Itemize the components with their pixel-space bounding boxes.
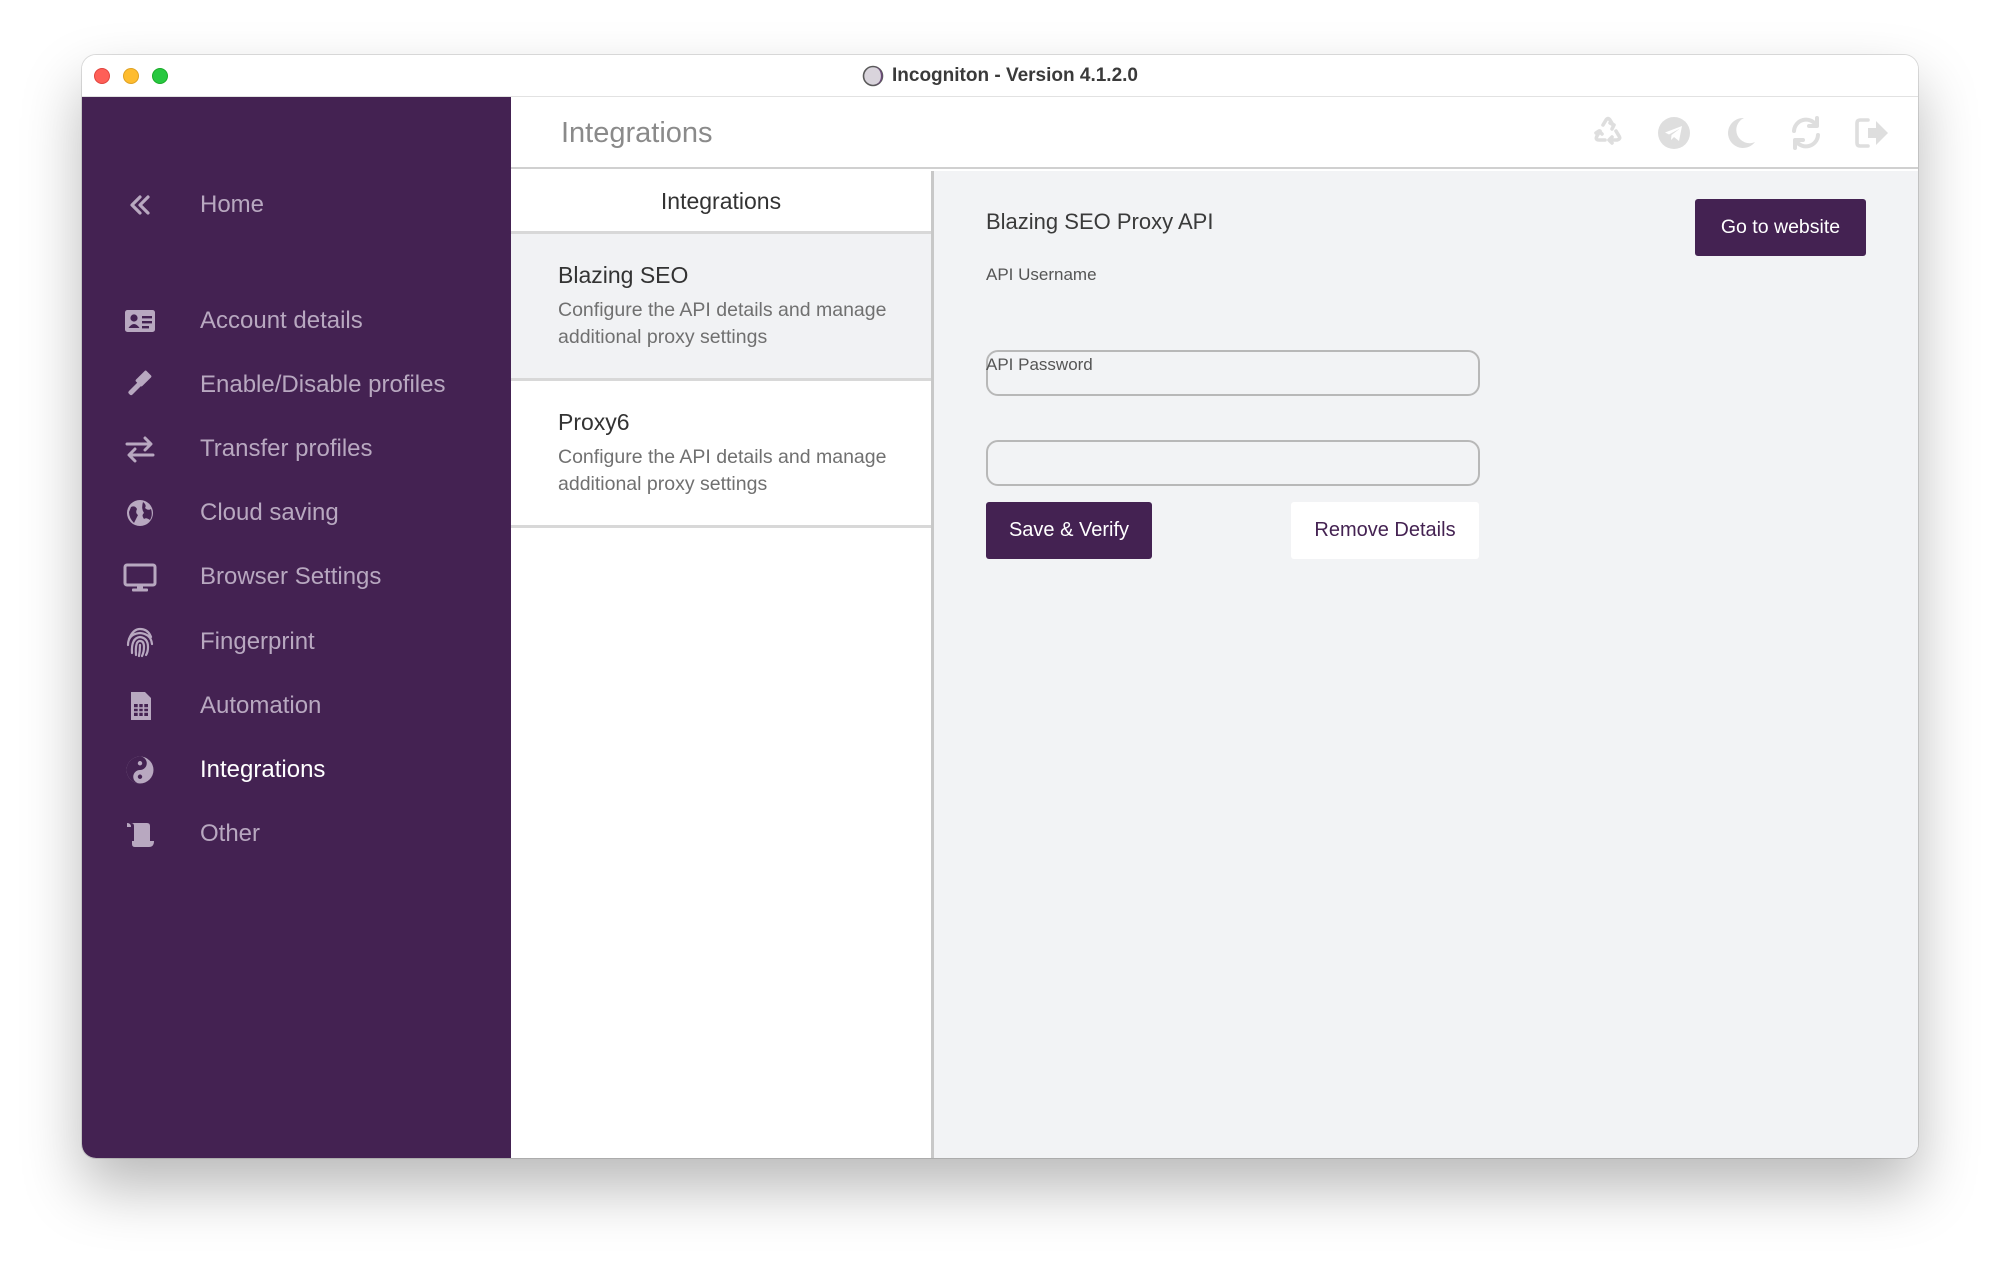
- api-password-label: API Password: [986, 355, 1093, 374]
- sidebar-item-label: Browser Settings: [200, 563, 382, 590]
- double-chevron-left-icon: [122, 187, 158, 223]
- remove-details-button[interactable]: Remove Details: [1291, 502, 1479, 559]
- sidebar-item-label: Cloud saving: [200, 499, 339, 526]
- sidebar-item-automation[interactable]: Automation: [82, 678, 511, 734]
- sign-out-icon[interactable]: [1854, 115, 1890, 151]
- maximize-window-button[interactable]: [152, 68, 168, 84]
- window-controls: [94, 68, 168, 84]
- header-toolbar: [1590, 115, 1890, 151]
- sim-card-icon: [122, 688, 158, 724]
- api-username-label: API Username: [986, 265, 1097, 284]
- sidebar-item-fingerprint[interactable]: Fingerprint: [82, 614, 511, 670]
- sidebar-item-enable-disable-profiles[interactable]: Enable/Disable profiles: [82, 357, 511, 413]
- exchange-arrows-icon: [122, 431, 158, 467]
- integration-item-blazing-seo[interactable]: Blazing SEO Configure the API details an…: [511, 234, 931, 381]
- app-window: Incogniton - Version 4.1.2.0 Home Accoun…: [82, 55, 1918, 1158]
- sidebar-item-other[interactable]: Other: [82, 806, 511, 862]
- save-verify-button[interactable]: Save & Verify: [986, 502, 1152, 559]
- integration-item-proxy6[interactable]: Proxy6 Configure the API details and man…: [511, 381, 931, 528]
- telegram-icon[interactable]: [1656, 115, 1692, 151]
- detail-title: Blazing SEO Proxy API: [986, 209, 1214, 234]
- fingerprint-icon: [122, 624, 158, 660]
- close-window-button[interactable]: [94, 68, 110, 84]
- integrations-list-panel: Integrations Blazing SEO Configure the A…: [511, 171, 934, 1158]
- sidebar-item-label: Account details: [200, 307, 363, 334]
- moon-icon[interactable]: [1722, 115, 1758, 151]
- globe-icon: [122, 495, 158, 531]
- sidebar-item-label: Other: [200, 820, 261, 847]
- api-password-input[interactable]: [986, 440, 1480, 486]
- sidebar-item-label: Home: [200, 191, 265, 218]
- sidebar-item-account-details[interactable]: Account details: [82, 293, 511, 349]
- sidebar-item-label: Integrations: [200, 756, 326, 783]
- recycle-icon[interactable]: [1590, 115, 1626, 151]
- integration-item-title: Proxy6: [558, 409, 630, 435]
- page-header: Integrations: [511, 97, 1918, 169]
- title-bar: Incogniton - Version 4.1.2.0: [82, 55, 1918, 97]
- integration-detail-panel: Blazing SEO Proxy API Go to website API …: [934, 171, 1918, 1158]
- gavel-icon: [122, 367, 158, 403]
- integrations-list-header: Integrations: [511, 171, 931, 234]
- sidebar-item-label: Transfer profiles: [200, 435, 373, 462]
- sidebar-item-home[interactable]: Home: [82, 177, 511, 233]
- go-to-website-button[interactable]: Go to website: [1695, 199, 1866, 256]
- scroll-icon: [122, 816, 158, 852]
- sidebar-item-label: Automation: [200, 692, 322, 719]
- sidebar-item-cloud-saving[interactable]: Cloud saving: [82, 485, 511, 541]
- sidebar-item-label: Fingerprint: [200, 628, 315, 655]
- window-title: Incogniton - Version 4.1.2.0: [892, 64, 1138, 86]
- page-title: Integrations: [561, 117, 713, 149]
- app-logo-icon: [862, 65, 884, 87]
- integration-item-description: Configure the API details and manage add…: [558, 299, 887, 348]
- refresh-icon[interactable]: [1788, 115, 1824, 151]
- sidebar: Home Account details Enable/Disable prof…: [82, 97, 511, 1158]
- sidebar-item-integrations[interactable]: Integrations: [82, 742, 511, 798]
- sidebar-item-browser-settings[interactable]: Browser Settings: [82, 549, 511, 605]
- yin-yang-icon: [122, 752, 158, 788]
- minimize-window-button[interactable]: [123, 68, 139, 84]
- id-card-icon: [122, 303, 158, 339]
- monitor-icon: [122, 559, 158, 595]
- sidebar-item-transfer-profiles[interactable]: Transfer profiles: [82, 421, 511, 477]
- sidebar-item-label: Enable/Disable profiles: [200, 371, 446, 398]
- integration-item-title: Blazing SEO: [558, 262, 689, 288]
- integration-item-description: Configure the API details and manage add…: [558, 446, 887, 495]
